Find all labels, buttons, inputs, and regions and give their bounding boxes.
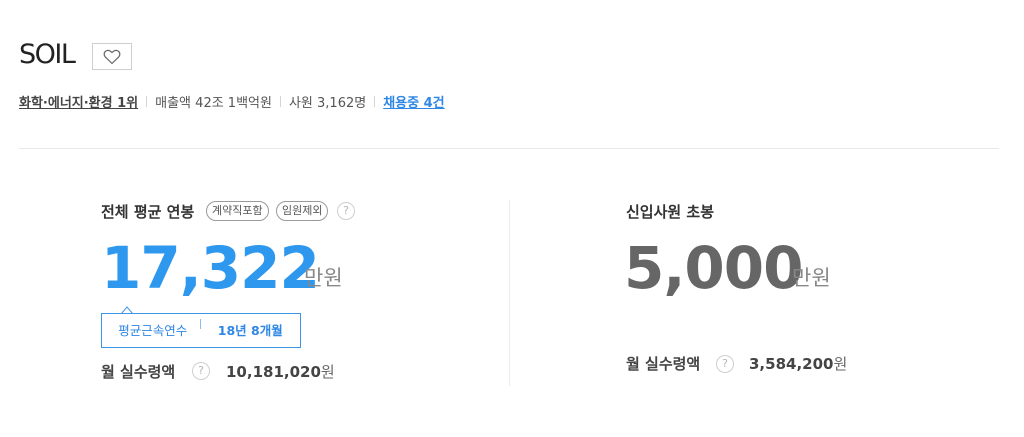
panel-divider [509, 200, 510, 386]
monthly-net-unit: 원 [320, 363, 335, 381]
industry-rank-link[interactable]: 화학·에너지·환경 1위 [19, 92, 138, 111]
starting-monthly-net-value: 3,584,200원 [749, 353, 847, 374]
starting-salary-title: 신입사원 초봉 [626, 203, 715, 221]
separator [146, 96, 148, 107]
average-salary-title: 전체 평균 연봉 [101, 203, 195, 221]
company-salary-page: SOIL 화학·에너지·환경 1위 매출액 42조 1백억원 사원 3,162명… [0, 0, 1024, 437]
average-tenure-value: 18년 8개월 [217, 323, 283, 338]
monthly-net-label: 월 실수령액 [101, 363, 176, 381]
question-icon[interactable]: ? [192, 362, 210, 380]
employees-value: 3,162명 [317, 96, 367, 111]
starting-monthly-net-label: 월 실수령액 [626, 355, 701, 373]
question-icon[interactable]: ? [337, 202, 355, 220]
monthly-net-value: 10,181,020원 [226, 361, 335, 382]
header-divider [19, 148, 999, 149]
separator [279, 96, 281, 107]
revenue-label: 매출액 [155, 96, 192, 111]
average-salary-value: 17,322 [101, 234, 320, 302]
monthly-net-amount: 10,181,020 [226, 363, 321, 381]
starting-salary-unit: 만원 [792, 266, 831, 290]
average-tenure-box: 평균근속연수 18년 8개월 [101, 313, 301, 348]
revenue-value: 42조 1백억원 [195, 96, 272, 111]
employees-label: 사원 [288, 96, 313, 111]
starting-monthly-net-amount: 3,584,200 [749, 355, 834, 373]
contract-included-chip: 계약직포함 [206, 201, 269, 221]
executives-excluded-chip: 임원제외 [276, 201, 329, 221]
question-icon[interactable]: ? [716, 355, 734, 373]
separator [374, 96, 376, 107]
heart-outline-icon [103, 49, 121, 64]
average-salary-unit: 만원 [304, 266, 343, 290]
starting-salary-value: 5,000 [624, 234, 803, 302]
average-tenure-label: 평균근속연수 [118, 323, 188, 338]
company-info-line: 화학·에너지·환경 1위 매출액 42조 1백억원 사원 3,162명 채용중 … [19, 92, 445, 111]
favorite-button[interactable] [92, 43, 132, 70]
starting-monthly-net-unit: 원 [833, 355, 848, 373]
hiring-link[interactable]: 채용중 4건 [383, 92, 444, 111]
company-name: SOIL [19, 39, 76, 70]
